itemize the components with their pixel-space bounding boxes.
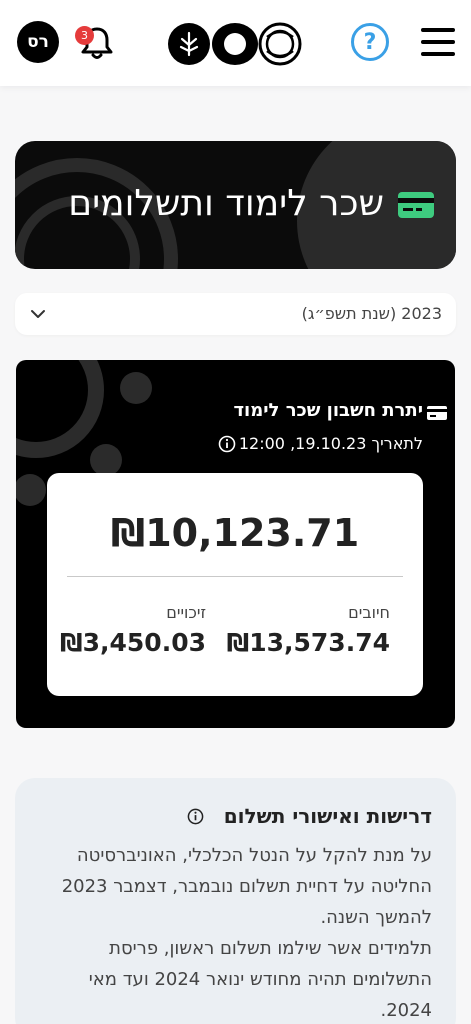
hamburger-menu-icon[interactable] <box>421 28 455 56</box>
page-title-banner: שכר לימוד ותשלומים <box>15 141 456 269</box>
year-dropdown-value: 2023 (שנת תשפ״ג) <box>301 304 442 323</box>
user-avatar[interactable]: רס <box>17 21 59 63</box>
credit-card-icon <box>398 192 434 218</box>
total-balance: ₪10,123.71 <box>110 511 360 555</box>
top-header: רס 3 ? <box>0 0 471 86</box>
help-button[interactable]: ? <box>351 23 389 61</box>
notification-badge: 3 <box>75 26 94 45</box>
balance-date: לתאריך 19.10.23, 12:00 <box>238 434 423 453</box>
debits-value: ₪13,573.74 <box>226 628 390 657</box>
chevron-down-icon <box>31 310 45 318</box>
debits-label: חיובים <box>348 603 390 622</box>
balance-title: יתרת חשבון שכר לימוד <box>233 400 423 421</box>
credits-label: זיכויים <box>166 603 206 622</box>
payment-info-paragraph: תלמידים אשר שילמו תשלום ראשון, פריסת התש… <box>88 938 432 1021</box>
divider <box>67 576 403 577</box>
university-logo[interactable] <box>167 21 303 67</box>
year-dropdown[interactable]: 2023 (שנת תשפ״ג) <box>15 293 456 335</box>
credit-card-icon <box>427 406 447 420</box>
payment-info-paragraph: על מנת להקל על הנטל הכלכלי, האוניברסיטה … <box>61 845 432 928</box>
payment-info-title: דרישות ואישורי תשלום <box>223 804 432 828</box>
balance-summary: ₪10,123.71 חיובים ₪13,573.74 זיכויים ₪3,… <box>47 473 423 696</box>
balance-card: יתרת חשבון שכר לימוד לתאריך 19.10.23, 12… <box>16 360 455 728</box>
payment-info-section: דרישות ואישורי תשלום על מנת להקל על הנטל… <box>15 778 456 1024</box>
page-title: שכר לימוד ותשלומים <box>68 183 384 224</box>
info-icon[interactable] <box>218 435 236 453</box>
info-icon[interactable] <box>187 808 204 825</box>
credits-value: ₪3,450.03 <box>60 628 206 657</box>
payment-info-body: על מנת להקל על הנטל הכלכלי, האוניברסיטה … <box>32 840 432 1024</box>
